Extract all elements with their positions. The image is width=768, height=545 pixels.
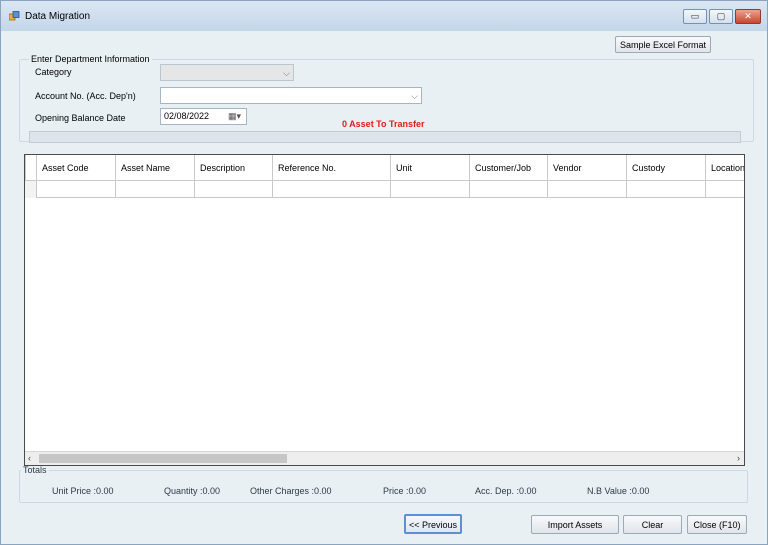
opening-date-label: Opening Balance Date	[35, 113, 126, 123]
import-assets-button[interactable]: Import Assets	[531, 515, 619, 534]
account-label: Account No. (Acc. Dep'n)	[35, 91, 136, 101]
opening-date-picker[interactable]: 02/08/2022 ▦▾	[160, 108, 247, 125]
total-other-charges: Other Charges :0.00	[250, 486, 332, 496]
row-header-corner	[25, 155, 36, 181]
totals-group: Totals	[19, 465, 748, 503]
total-price: Price :0.00	[383, 486, 427, 496]
table-cell[interactable]	[194, 181, 272, 198]
calendar-icon[interactable]: ▦▾	[228, 111, 241, 122]
client-area: Sample Excel Format Enter Department Inf…	[9, 31, 759, 539]
minimize-button[interactable]: ▭	[683, 9, 707, 24]
close-button[interactable]: Close (F10)	[687, 515, 747, 534]
column-header[interactable]: Description	[194, 155, 272, 181]
row-header[interactable]	[25, 181, 36, 198]
clear-button[interactable]: Clear	[623, 515, 682, 534]
column-header[interactable]: Vendor	[547, 155, 626, 181]
transfer-progress-bar	[29, 131, 741, 143]
column-header[interactable]: Reference No.	[272, 155, 390, 181]
category-dropdown[interactable]: ⌵	[160, 64, 294, 81]
category-label: Category	[35, 67, 72, 77]
scroll-right-icon[interactable]: ›	[737, 453, 740, 463]
column-header[interactable]: Customer/Job	[469, 155, 547, 181]
total-nb-value: N.B Value :0.00	[587, 486, 650, 496]
asset-transfer-status: 0 Asset To Transfer	[342, 119, 425, 129]
total-unit-price: Unit Price :0.00	[52, 486, 114, 496]
table-cell[interactable]	[626, 181, 705, 198]
scroll-left-icon[interactable]: ‹	[28, 453, 31, 463]
table-cell[interactable]	[272, 181, 390, 198]
previous-button[interactable]: << Previous	[404, 514, 462, 534]
close-window-button[interactable]: ✕	[735, 9, 761, 24]
column-header[interactable]: Location	[705, 155, 744, 181]
table-cell[interactable]	[390, 181, 469, 198]
column-header[interactable]: Custody	[626, 155, 705, 181]
maximize-button[interactable]: ▢	[709, 9, 733, 24]
chevron-down-icon: ⌵	[283, 68, 290, 78]
scrollbar-thumb[interactable]	[39, 454, 287, 463]
data-migration-window: Data Migration ▭ ▢ ✕ Sample Excel Format…	[0, 0, 768, 545]
total-quantity: Quantity :0.00	[164, 486, 221, 496]
table-cell[interactable]	[547, 181, 626, 198]
window-title: Data Migration	[25, 11, 91, 22]
table-cell[interactable]	[115, 181, 194, 198]
column-header[interactable]: Unit	[390, 155, 469, 181]
table-row[interactable]	[25, 181, 744, 198]
grid-header: Asset Code Asset Name Description Refere…	[25, 155, 744, 181]
sample-excel-format-button[interactable]: Sample Excel Format	[615, 36, 711, 53]
department-info-legend: Enter Department Information	[31, 54, 150, 64]
chevron-down-icon: ⌵	[411, 91, 418, 101]
account-dropdown[interactable]: ⌵	[160, 87, 422, 104]
asset-grid[interactable]: Asset Code Asset Name Description Refere…	[24, 154, 745, 466]
column-header[interactable]: Asset Code	[36, 155, 115, 181]
app-icon	[9, 11, 20, 21]
column-header[interactable]: Asset Name	[115, 155, 194, 181]
table-cell[interactable]	[705, 181, 744, 198]
table-cell[interactable]	[469, 181, 547, 198]
horizontal-scrollbar[interactable]: ‹ ›	[25, 451, 744, 465]
title-bar: Data Migration ▭ ▢ ✕	[1, 1, 767, 31]
total-acc-dep: Acc. Dep. :0.00	[475, 486, 537, 496]
table-cell[interactable]	[36, 181, 115, 198]
totals-legend: Totals	[23, 465, 47, 475]
opening-date-value: 02/08/2022	[164, 111, 210, 121]
